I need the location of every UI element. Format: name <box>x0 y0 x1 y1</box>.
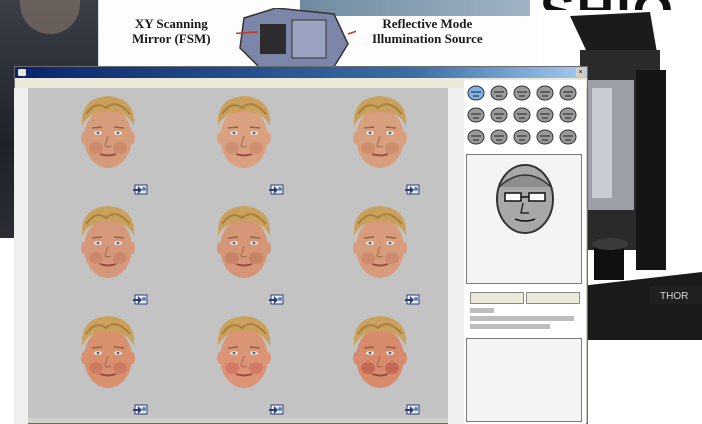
option-line <box>470 308 494 313</box>
face-cell[interactable] <box>300 88 436 198</box>
select-face-icon[interactable] <box>404 292 422 306</box>
scanning-mirror-drawing <box>236 8 356 74</box>
skin-icon[interactable] <box>535 128 555 146</box>
face-cell[interactable] <box>28 198 164 308</box>
eyes-icon[interactable] <box>512 84 532 102</box>
tool-glyph <box>559 85 577 101</box>
chin-icon[interactable] <box>558 106 578 124</box>
face-image[interactable] <box>76 92 140 172</box>
tool-glyph <box>513 85 531 101</box>
panel-left-button[interactable] <box>470 292 524 304</box>
select-face-icon[interactable] <box>132 292 150 306</box>
option-slider[interactable] <box>470 316 574 321</box>
diagram-label-scanning-mirror: XY Scanning Mirror (FSM) <box>132 16 211 46</box>
face-image[interactable] <box>212 312 276 392</box>
face-image[interactable] <box>348 202 412 282</box>
face-image[interactable] <box>348 92 412 172</box>
face-preview-icon <box>496 164 554 234</box>
tool-glyph <box>536 85 554 101</box>
face-cell[interactable] <box>28 308 164 418</box>
face-image[interactable] <box>76 202 140 282</box>
screenshot-collage: XY Scanning Mirror (FSM) Reflective Mode… <box>0 0 702 424</box>
diagram-label-line: Mirror (FSM) <box>132 31 211 46</box>
title-bar[interactable]: × <box>15 67 587 78</box>
select-face-icon[interactable] <box>268 182 286 196</box>
diagram-label-line: Reflective Mode <box>382 16 473 31</box>
select-face-icon[interactable] <box>268 402 286 416</box>
diagram-label-line: Illumination Source <box>372 31 483 46</box>
tool-glyph <box>559 129 577 145</box>
age-icon[interactable] <box>558 128 578 146</box>
face-image[interactable] <box>212 92 276 172</box>
diagram-label-line: XY Scanning <box>134 16 208 31</box>
tool-glyph <box>513 129 531 145</box>
glasses-icon[interactable] <box>466 128 486 146</box>
face-cell[interactable] <box>164 308 300 418</box>
face-image[interactable] <box>212 202 276 282</box>
person-chin <box>20 0 80 34</box>
face-grid <box>28 88 448 418</box>
tool-glyph <box>490 85 508 101</box>
editor-side-panel <box>464 80 586 424</box>
brows-icon[interactable] <box>535 84 555 102</box>
face-cell[interactable] <box>28 88 164 198</box>
tool-glyph <box>490 107 508 123</box>
face-image[interactable] <box>76 312 140 392</box>
preview-panel <box>466 154 582 284</box>
tool-glyph <box>536 107 554 123</box>
diagram-label-illumination: Reflective Mode Illumination Source <box>372 16 483 46</box>
panel-right-button[interactable] <box>526 292 580 304</box>
face-shape-icon[interactable] <box>466 84 486 102</box>
tool-glyph <box>467 85 485 101</box>
select-face-icon[interactable] <box>268 292 286 306</box>
nose-icon[interactable] <box>558 84 578 102</box>
mouth-icon[interactable] <box>466 106 486 124</box>
face-cell[interactable] <box>300 198 436 308</box>
select-face-icon[interactable] <box>132 402 150 416</box>
face-cell[interactable] <box>300 308 436 418</box>
face-cell[interactable] <box>164 198 300 308</box>
select-face-icon[interactable] <box>404 402 422 416</box>
left-margin <box>14 88 28 424</box>
tool-glyph <box>490 129 508 145</box>
details-panel <box>466 338 582 422</box>
hair-icon[interactable] <box>489 84 509 102</box>
jaw-icon[interactable] <box>512 106 532 124</box>
tool-glyph <box>467 129 485 145</box>
select-face-icon[interactable] <box>404 182 422 196</box>
cheeks-icon[interactable] <box>535 106 555 124</box>
face-image[interactable] <box>348 312 412 392</box>
hat-icon[interactable] <box>512 128 532 146</box>
right-margin <box>448 88 464 424</box>
beard-icon[interactable] <box>489 128 509 146</box>
tool-glyph <box>467 107 485 123</box>
option-line <box>470 324 550 329</box>
ears-icon[interactable] <box>489 106 509 124</box>
app-icon <box>18 69 26 76</box>
select-face-icon[interactable] <box>132 182 150 196</box>
tool-glyph <box>559 107 577 123</box>
tool-glyph <box>536 129 554 145</box>
machine-brand-label: THOR <box>660 291 688 302</box>
face-cell[interactable] <box>164 88 300 198</box>
tool-glyph <box>513 107 531 123</box>
close-button[interactable]: × <box>576 68 585 77</box>
feature-tool-palette <box>466 84 582 150</box>
